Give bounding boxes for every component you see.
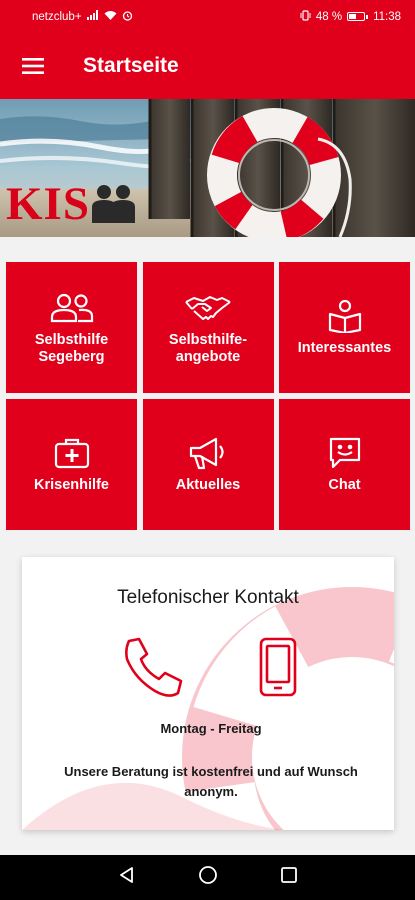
menu-grid: Selbsthilfe Segeberg Selbsthilfe- angebo… <box>6 262 410 530</box>
home-icon[interactable] <box>198 865 218 890</box>
tile-label: Chat <box>328 476 361 493</box>
tile-label: Aktuelles <box>175 476 241 493</box>
people-icon <box>50 290 94 326</box>
opening-days: Montag - Freitag <box>160 721 262 736</box>
tile-krisenhilfe[interactable]: Krisenhilfe <box>6 398 137 530</box>
mobile-phone-icon[interactable] <box>258 637 298 702</box>
contact-card: Telefonischer Kontakt Montag - Freitag U… <box>22 557 394 830</box>
kis-logo: KIS <box>6 181 136 228</box>
wifi-icon <box>104 10 117 23</box>
chat-smiley-icon <box>328 435 362 471</box>
vibrate-icon <box>300 9 311 24</box>
tile-label: Selbsthilfe- angebote <box>168 331 248 365</box>
signal-icon <box>86 10 99 23</box>
first-aid-kit-icon <box>54 435 90 471</box>
battery-icon <box>347 12 369 21</box>
alarm-icon <box>122 10 133 24</box>
tile-label: Interessantes <box>297 340 392 356</box>
contact-title: Telefonischer Kontakt <box>117 587 299 608</box>
page-title: Startseite <box>83 54 179 77</box>
people-silhouette-icon <box>90 183 136 228</box>
hamburger-menu-icon[interactable] <box>0 33 66 99</box>
app-bar: Startseite <box>0 33 415 99</box>
reading-person-icon <box>328 298 362 334</box>
consultation-note: Unsere Beratung ist kostenfrei und auf W… <box>64 764 358 799</box>
carrier-label: netzclub+ <box>32 10 82 23</box>
tile-interessantes[interactable]: Interessantes <box>279 262 410 393</box>
logo-text: KIS <box>6 178 90 230</box>
clock: 11:38 <box>373 10 401 23</box>
back-icon[interactable] <box>118 866 136 889</box>
tile-selbsthilfeangebote[interactable]: Selbsthilfe- angebote <box>142 262 274 393</box>
tile-label: Selbsthilfe Segeberg <box>34 331 109 365</box>
megaphone-icon <box>188 435 228 471</box>
status-bar: netzclub+ 48 % 11:38 <box>0 0 415 33</box>
recents-icon[interactable] <box>280 866 298 889</box>
system-nav-bar <box>0 855 415 900</box>
battery-percent: 48 % <box>315 10 343 23</box>
handshake-icon <box>185 290 231 326</box>
tile-label: Krisenhilfe <box>34 476 109 493</box>
phone-icon[interactable] <box>123 637 187 704</box>
tile-chat[interactable]: Chat <box>279 398 410 530</box>
tile-selbsthilfe-segeberg[interactable]: Selbsthilfe Segeberg <box>6 262 137 393</box>
tile-aktuelles[interactable]: Aktuelles <box>142 398 274 530</box>
